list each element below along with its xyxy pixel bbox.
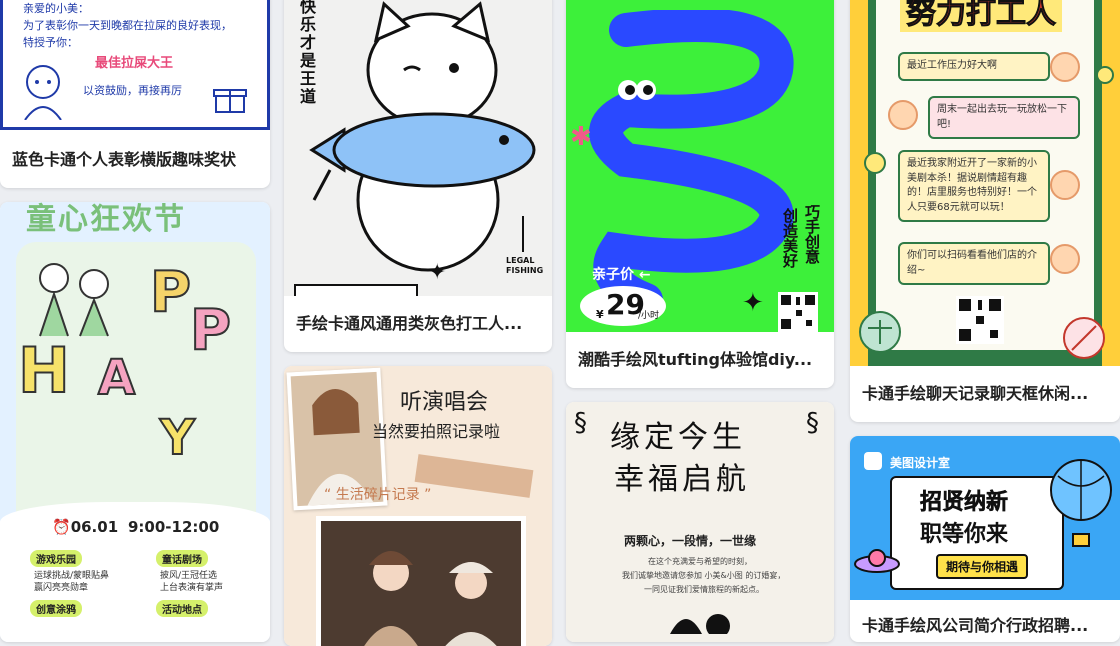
dot-decoration xyxy=(864,152,886,174)
concert-subheading: 当然要拍照记录啦 xyxy=(372,422,501,441)
chat-message: 最近我家附近开了一家新的小美剧本杀！据说剧情超有趣的！店里服务也特别好！一个人只… xyxy=(898,150,1050,222)
cat-thumbnail: 快乐才是王道 LEGAL FISHING ✦ xyxy=(284,0,552,296)
vertical-slogan-1: 巧手创意 xyxy=(803,204,821,264)
price-label: 亲子价 ← xyxy=(592,264,651,284)
template-card-concert[interactable]: 听演唱会 当然要拍照记录啦 “ 生活碎片记录 ” xyxy=(284,366,552,646)
concert-thumbnail: 听演唱会 当然要拍照记录啦 “ 生活碎片记录 ” xyxy=(284,366,552,646)
festival-time: 9:00-12:00 xyxy=(128,518,220,536)
engagement-thumbnail: 缘定今生 幸福启航 § § 两颗心，一段情，一世缘 在这个充满爱与希望的时刻， … xyxy=(566,402,834,642)
gift-box-icon xyxy=(213,89,247,113)
hot-air-balloon-icon xyxy=(1050,459,1112,547)
cat-fish-illustration-icon xyxy=(309,1,536,272)
festival-heading: 童心狂欢节 xyxy=(26,202,186,237)
letter-h: H xyxy=(17,333,71,408)
life-tag: “ 生活碎片记录 ” xyxy=(324,487,432,503)
recruit-thumbnail: 美图设计室 招贤纳新 职等你来 期待与你相遇 xyxy=(850,436,1120,600)
brand-name: 美图设计室 xyxy=(890,456,951,470)
template-card-cat[interactable]: 快乐才是王道 LEGAL FISHING ✦ 手绘卡通风通用类灰色打工人... xyxy=(284,0,552,352)
engagement-body-2: 我们诚挚地邀请您参加 小美&小图 的订婚宴， xyxy=(622,571,786,580)
scale-icon xyxy=(859,311,901,353)
price-unit: /小时 xyxy=(638,311,660,321)
date-text: 06.01 xyxy=(70,518,119,536)
template-card-tufting[interactable]: ✱ 巧手创意 创造美好 亲子价 ← ¥ 29 /小时 ✦ 潮酷手绘风tuftin… xyxy=(566,0,834,388)
cartoon-girl-icon xyxy=(24,65,62,120)
card-title: 蓝色卡通个人表彰横版趣味奖状 xyxy=(12,150,237,169)
friends-photo-icon xyxy=(321,521,521,646)
section-tag: 童话剧场 xyxy=(156,550,208,567)
price-label-text: 亲子价 xyxy=(592,267,634,283)
card-title: 潮酷手绘风tufting体验馆diy... xyxy=(578,350,813,369)
letter-a: A xyxy=(97,349,136,407)
template-card-chat[interactable]: 努力打工人 最近工作压力好大啊 周末一起出去玩一玩放松一下吧! 最近我家附近开了… xyxy=(850,0,1120,422)
section-tag: 游戏乐园 xyxy=(30,550,82,567)
flower-icon: ✱ xyxy=(570,122,592,152)
template-card-award[interactable]: 亲爱的小美： 为了表彰你一天到晚都在拉屎的良好表现， 特授予你： 最佳拉屎大王 … xyxy=(0,0,270,188)
avatar-icon xyxy=(1050,170,1080,200)
vertical-slogan-2: 创造美好 xyxy=(781,208,799,268)
engagement-heading-1: 缘定今生 xyxy=(610,420,746,455)
award-line-3: 特授予你： xyxy=(23,36,78,49)
award-line-1: 亲爱的小美： xyxy=(23,2,89,15)
section-item: 上台表演有掌声 xyxy=(160,583,224,593)
clock-icon: ⏰ xyxy=(52,518,71,536)
arrow-left-icon: ← xyxy=(638,267,651,283)
section-item: 赢闪亮亮勋章 xyxy=(34,583,89,593)
price-currency: ¥ xyxy=(596,308,604,321)
recruit-headline-2: 职等你来 xyxy=(920,522,1009,547)
engagement-body-1: 在这个充满爱与希望的时刻， xyxy=(648,557,752,566)
card-title: 手绘卡通风通用类灰色打工人... xyxy=(296,314,523,333)
tufting-thumbnail: ✱ 巧手创意 创造美好 亲子价 ← ¥ 29 /小时 ✦ xyxy=(566,0,834,332)
award-name: 最佳拉屎大王 xyxy=(95,56,174,71)
engagement-body-3: 一同见证我们爱情旅程的新起点。 xyxy=(644,585,764,594)
kids-illustration-icon xyxy=(39,263,109,337)
letter-p1: P xyxy=(149,259,192,326)
festival-thumbnail: 童心狂欢节 P P H A Y ⏰06.01 9:00-12:00 游戏乐园 运… xyxy=(0,202,270,642)
swirl-left-icon: § xyxy=(574,408,587,438)
card-title: 卡通手绘聊天记录聊天框休闲... xyxy=(862,384,1089,403)
engagement-subtitle: 两颗心，一段情，一世缘 xyxy=(624,534,757,548)
letter-p2: P xyxy=(189,297,232,364)
divider-line xyxy=(522,216,524,252)
legal-fishing-text: LEGAL FISHING xyxy=(506,256,544,275)
section-tag: 活动地点 xyxy=(156,600,208,617)
bow-arrow-icon xyxy=(1063,317,1105,359)
template-card-recruit[interactable]: 美图设计室 招贤纳新 职等你来 期待与你相遇 卡通手绘风公司简介行政招聘... xyxy=(850,436,1120,642)
festival-date: ⏰06.01 xyxy=(52,518,118,536)
template-card-engagement[interactable]: 缘定今生 幸福启航 § § 两颗心，一段情，一世缘 在这个充满爱与希望的时刻， … xyxy=(566,402,834,642)
swirl-right-icon: § xyxy=(806,408,819,438)
qr-code-icon xyxy=(778,292,818,332)
label-box xyxy=(294,284,418,296)
dot-decoration xyxy=(1096,66,1114,84)
brand-logo-icon xyxy=(864,452,882,470)
chat-header: 努力打工人 xyxy=(900,0,1062,32)
group-photo xyxy=(316,516,526,646)
template-card-festival[interactable]: 童心狂欢节 P P H A Y ⏰06.01 9:00-12:00 游戏乐园 运… xyxy=(0,202,270,642)
recruit-tagline: 期待与你相遇 xyxy=(936,554,1029,579)
tape-decoration xyxy=(414,454,534,498)
chat-message: 你们可以扫码看看他们店的介绍~ xyxy=(898,242,1050,285)
award-thumbnail: 亲爱的小美： 为了表彰你一天到晚都在拉屎的良好表现， 特授予你： 最佳拉屎大王 … xyxy=(0,0,270,130)
award-line-2: 为了表彰你一天到晚都在拉屎的良好表现， xyxy=(23,19,232,32)
qr-code-icon xyxy=(956,296,1004,344)
avatar-icon xyxy=(1050,244,1080,274)
star-icon: ✦ xyxy=(742,288,764,318)
chat-message: 最近工作压力好大啊 xyxy=(898,52,1050,81)
chat-message: 周末一起出去玩一玩放松一下吧! xyxy=(928,96,1080,139)
recruit-headline-1: 招贤纳新 xyxy=(920,490,1009,516)
concert-heading: 听演唱会 xyxy=(400,390,489,415)
award-footer: 以资鼓励，再接再厉 xyxy=(83,84,182,97)
chat-thumbnail: 努力打工人 最近工作压力好大啊 周末一起出去玩一玩放松一下吧! 最近我家附近开了… xyxy=(850,0,1120,366)
avatar-icon xyxy=(888,100,918,130)
engagement-heading-2: 幸福启航 xyxy=(614,462,750,497)
sparkle-icon: ✦ xyxy=(428,260,447,285)
section-tag: 创意涂鸦 xyxy=(30,600,82,617)
ufo-icon xyxy=(854,549,900,573)
letter-y: Y xyxy=(159,409,196,467)
card-title: 卡通手绘风公司简介行政招聘... xyxy=(862,616,1089,635)
avatar-icon xyxy=(1050,52,1080,82)
